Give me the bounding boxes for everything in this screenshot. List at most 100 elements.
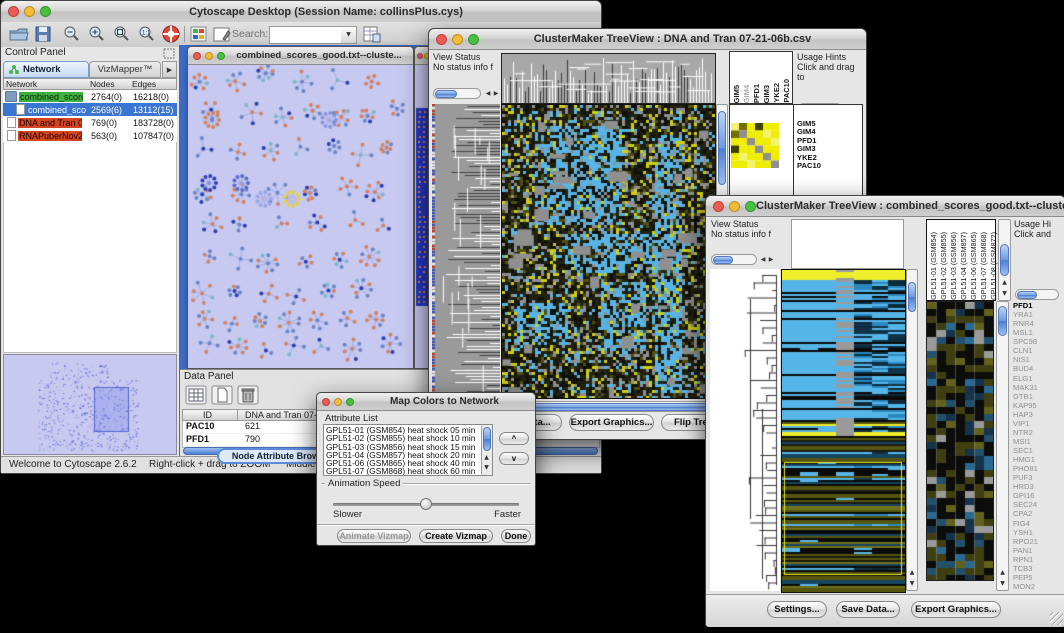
zoom-heatmap-canvas[interactable] <box>926 301 994 581</box>
gene-label[interactable]: RNR4 <box>1013 319 1061 328</box>
close-button[interactable] <box>322 398 330 406</box>
close-button[interactable] <box>193 52 201 60</box>
save-icon[interactable] <box>35 26 51 42</box>
view-status-hscrollbar[interactable] <box>433 88 481 99</box>
column-labels-vscrollbar[interactable]: ▲ ▼ <box>998 219 1011 301</box>
move-up-button[interactable]: ^ <box>499 432 529 445</box>
new-document-icon[interactable] <box>211 385 233 405</box>
gene-label[interactable]: RPN1 <box>1013 555 1061 564</box>
network-list-row[interactable]: DNA and Tran 07769(0)183728(0) <box>3 116 177 129</box>
minimize-button[interactable] <box>452 34 463 45</box>
create-vizmap-button[interactable]: Create Vizmap <box>419 529 493 543</box>
table-grid-icon[interactable] <box>185 385 207 405</box>
gene-label[interactable]: ELG1 <box>1013 374 1061 383</box>
scroll-left-arrow[interactable]: ◀ <box>484 89 492 98</box>
gene-label[interactable]: HAP3 <box>1013 410 1061 419</box>
column-dendrogram-canvas[interactable] <box>501 53 716 104</box>
network-list-row[interactable]: combined_scores2764(0)16218(0) <box>3 90 177 103</box>
gene-label[interactable]: KAP95 <box>1013 401 1061 410</box>
gene-label[interactable]: GTB1 <box>1013 392 1061 401</box>
treeview2-titlebar[interactable]: ClusterMaker TreeView : combined_scores_… <box>706 196 1064 217</box>
tab-vizmapper[interactable]: VizMapper™ <box>89 61 161 78</box>
gene-label[interactable]: YRA1 <box>1013 310 1061 319</box>
gene-label[interactable]: GPI16 <box>1013 491 1061 500</box>
zoom-button[interactable] <box>468 34 479 45</box>
zoom-actual-icon[interactable]: 1:1 <box>138 25 156 43</box>
gene-label[interactable]: HMG1 <box>1013 455 1061 464</box>
gene-label[interactable]: FIG4 <box>1013 519 1061 528</box>
search-input[interactable] <box>269 26 343 44</box>
gene-label[interactable]: SEC24 <box>1013 500 1061 509</box>
annotation-icon[interactable] <box>213 26 231 43</box>
network-graph-canvas[interactable] <box>189 65 410 366</box>
gene-label[interactable]: SPC98 <box>1013 337 1061 346</box>
gene-label[interactable]: MSI1 <box>1013 437 1061 446</box>
search-dropdown-button[interactable]: ▼ <box>341 26 357 44</box>
minimize-button[interactable] <box>334 398 342 406</box>
open-folder-icon[interactable] <box>9 26 29 42</box>
treeview1-titlebar[interactable]: ClusterMaker TreeView : DNA and Tran 07-… <box>429 29 866 50</box>
zoom-button[interactable] <box>40 6 51 17</box>
heatmap-canvas[interactable] <box>781 269 906 593</box>
close-button[interactable] <box>8 6 19 17</box>
row-dendrogram-canvas[interactable] <box>432 104 500 397</box>
gene-label[interactable]: CLN1 <box>1013 346 1061 355</box>
gene-label[interactable]: SEC1 <box>1013 446 1061 455</box>
usage-hints-hscrollbar[interactable] <box>1015 289 1059 300</box>
gene-label[interactable]: CPA2 <box>1013 509 1061 518</box>
network-list-row[interactable]: RNAPuberNov2+l563(0)107847(0) <box>3 129 177 142</box>
vizmap-squares-icon[interactable] <box>190 26 207 42</box>
header-nodes[interactable]: Nodes <box>90 79 115 89</box>
header-network[interactable]: Network <box>6 79 37 89</box>
close-button[interactable] <box>417 53 423 59</box>
heatmap-vscrollbar[interactable]: ▲ ▼ <box>906 269 918 591</box>
export-graphics-button[interactable]: Export Graphics... <box>911 601 1001 618</box>
zoom-fit-icon[interactable] <box>113 25 131 43</box>
gene-label[interactable]: TCB3 <box>1013 564 1061 573</box>
row-dendrogram-canvas[interactable] <box>710 269 780 591</box>
gene-label[interactable]: VIP1 <box>1013 419 1061 428</box>
help-lifering-icon[interactable] <box>161 25 181 44</box>
gene-label[interactable]: MAK31 <box>1013 383 1061 392</box>
header-edges[interactable]: Edges <box>132 79 156 89</box>
network-table-header[interactable]: Network Nodes Edges <box>3 78 177 90</box>
gene-label[interactable]: PHO81 <box>1013 464 1061 473</box>
scroll-right-arrow[interactable]: ▶ <box>767 255 775 264</box>
tab-overflow-button[interactable]: ▶ <box>162 61 177 78</box>
minimize-button[interactable] <box>24 6 35 17</box>
speed-slider-thumb[interactable] <box>420 498 432 510</box>
gene-label[interactable]: PFD1 <box>1013 301 1061 310</box>
attribute-list-vscrollbar[interactable]: ▲ ▼ <box>481 425 492 475</box>
gene-label[interactable]: BUD4 <box>1013 364 1061 373</box>
settings-button[interactable]: Settings... <box>767 601 827 618</box>
float-panel-icon[interactable] <box>163 48 175 59</box>
gene-label-list[interactable]: PFD1YRA1RNR4MSL1SPC98CLN1NIS1BUD4ELG1MAK… <box>1013 301 1061 591</box>
zoom-button[interactable] <box>217 52 225 60</box>
resize-grip[interactable] <box>1050 612 1063 625</box>
attribute-list[interactable]: GPL51-01 (GSM854) heat shock 05 minGPL51… <box>323 424 493 476</box>
animate-vizmap-button[interactable]: Animate Vizmap <box>337 529 411 543</box>
scroll-right-arrow[interactable]: ▶ <box>492 89 500 98</box>
gene-label[interactable]: HRD3 <box>1013 482 1061 491</box>
gene-label[interactable]: PEP5 <box>1013 573 1061 582</box>
zoom-out-icon[interactable] <box>63 25 81 43</box>
scroll-left-arrow[interactable]: ◀ <box>759 255 767 264</box>
gene-label[interactable]: PUF3 <box>1013 473 1061 482</box>
gene-label[interactable]: RPO21 <box>1013 537 1061 546</box>
cytoscape-titlebar[interactable]: Cytoscape Desktop (Session Name: collins… <box>1 1 601 23</box>
move-down-button[interactable]: v <box>499 452 529 465</box>
correlation-matrix-canvas[interactable] <box>731 123 779 168</box>
network-list-row[interactable]: combined_sco2569(6)13112(15) <box>3 103 177 116</box>
minimize-button[interactable] <box>729 201 740 212</box>
export-graphics-button[interactable]: Export Graphics... <box>569 414 654 431</box>
gene-label[interactable]: MSL1 <box>1013 328 1061 337</box>
tab-network[interactable]: Network <box>3 61 89 78</box>
zoom-in-icon[interactable] <box>88 25 106 43</box>
zoom-button[interactable] <box>346 398 354 406</box>
close-button[interactable] <box>713 201 724 212</box>
zoom-button[interactable] <box>745 201 756 212</box>
close-button[interactable] <box>436 34 447 45</box>
network-view-titlebar[interactable]: combined_scores_good.txt--cluste... <box>188 47 413 65</box>
gene-label[interactable]: NTR2 <box>1013 428 1061 437</box>
dialog-titlebar[interactable]: Map Colors to Network <box>317 393 535 411</box>
